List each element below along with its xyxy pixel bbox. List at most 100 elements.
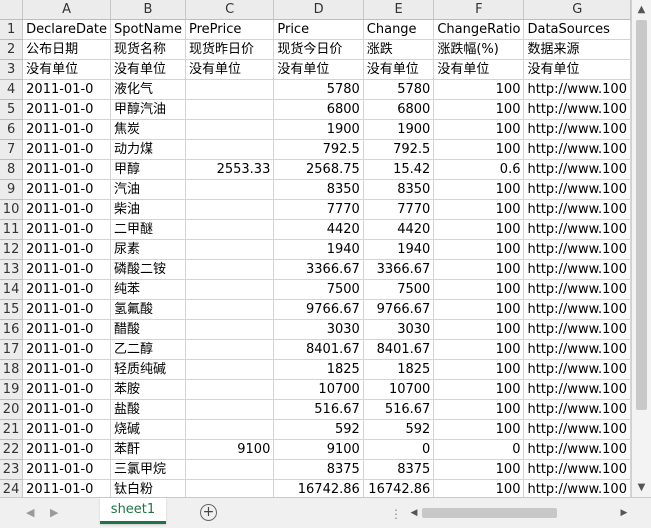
column-header-d[interactable]: D <box>273 0 364 20</box>
triangle-left-icon[interactable]: ◀ <box>408 506 420 520</box>
cell-f15[interactable]: 100 <box>433 299 525 320</box>
row-header[interactable]: 17 <box>0 339 24 360</box>
cell-g17[interactable]: http://www.100 <box>523 339 631 360</box>
column-header-f[interactable]: F <box>433 0 525 20</box>
cell-b10[interactable]: 柴油 <box>110 199 186 220</box>
cell-c20[interactable] <box>185 399 275 420</box>
cell-d14[interactable]: 7500 <box>273 279 364 300</box>
cell-d3[interactable]: 没有单位 <box>273 59 364 80</box>
cell-e3[interactable]: 没有单位 <box>363 59 435 80</box>
cell-c8[interactable]: 2553.33 <box>185 159 275 180</box>
cell-d16[interactable]: 3030 <box>273 319 364 340</box>
cell-g2[interactable]: 数据来源 <box>523 39 631 60</box>
row-header[interactable]: 19 <box>0 379 24 400</box>
cell-d9[interactable]: 8350 <box>273 179 364 200</box>
cell-f13[interactable]: 100 <box>433 259 525 280</box>
cell-f22[interactable]: 0 <box>433 439 525 460</box>
row-header[interactable]: 2 <box>0 39 24 60</box>
cell-a3[interactable]: 没有单位 <box>22 59 112 80</box>
cell-e15[interactable]: 9766.67 <box>363 299 435 320</box>
row-header[interactable]: 10 <box>0 199 24 220</box>
cell-a2[interactable]: 公布日期 <box>22 39 112 60</box>
row-header[interactable]: 9 <box>0 179 24 200</box>
cell-a15[interactable]: 2011-01-0 <box>22 299 112 320</box>
cell-f11[interactable]: 100 <box>433 219 525 240</box>
cell-e23[interactable]: 8375 <box>363 459 435 480</box>
cell-d11[interactable]: 4420 <box>273 219 364 240</box>
cell-g3[interactable]: 没有单位 <box>523 59 631 80</box>
cell-f24[interactable]: 100 <box>433 479 525 497</box>
cell-a8[interactable]: 2011-01-0 <box>22 159 112 180</box>
cell-c11[interactable] <box>185 219 275 240</box>
cell-g4[interactable]: http://www.100 <box>523 79 631 100</box>
cell-b15[interactable]: 氢氟酸 <box>110 299 186 320</box>
cell-a24[interactable]: 2011-01-0 <box>22 479 112 497</box>
cell-g21[interactable]: http://www.100 <box>523 419 631 440</box>
cell-a12[interactable]: 2011-01-0 <box>22 239 112 260</box>
cell-b22[interactable]: 苯酐 <box>110 439 186 460</box>
row-header[interactable]: 14 <box>0 279 24 300</box>
cell-f23[interactable]: 100 <box>433 459 525 480</box>
cell-f17[interactable]: 100 <box>433 339 525 360</box>
cell-a21[interactable]: 2011-01-0 <box>22 419 112 440</box>
cell-a5[interactable]: 2011-01-0 <box>22 99 112 120</box>
cell-c1[interactable]: PrePrice <box>185 19 275 40</box>
cell-a20[interactable]: 2011-01-0 <box>22 399 112 420</box>
split-handle-icon[interactable]: ⋮ <box>390 507 403 521</box>
cell-d10[interactable]: 7770 <box>273 199 364 220</box>
cell-g24[interactable]: http://www.100 <box>523 479 631 497</box>
cell-d19[interactable]: 10700 <box>273 379 364 400</box>
cell-b19[interactable]: 苯胺 <box>110 379 186 400</box>
cell-g15[interactable]: http://www.100 <box>523 299 631 320</box>
cell-e10[interactable]: 7770 <box>363 199 435 220</box>
cell-b4[interactable]: 液化气 <box>110 79 186 100</box>
cell-g18[interactable]: http://www.100 <box>523 359 631 380</box>
triangle-down-icon[interactable]: ▼ <box>635 481 648 494</box>
cell-d7[interactable]: 792.5 <box>273 139 364 160</box>
triangle-up-icon[interactable]: ▲ <box>635 3 648 16</box>
row-header[interactable]: 4 <box>0 79 24 100</box>
cell-a16[interactable]: 2011-01-0 <box>22 319 112 340</box>
cell-b3[interactable]: 没有单位 <box>110 59 186 80</box>
cell-b16[interactable]: 醋酸 <box>110 319 186 340</box>
cell-a11[interactable]: 2011-01-0 <box>22 219 112 240</box>
cell-d24[interactable]: 16742.86 <box>273 479 364 497</box>
cell-f10[interactable]: 100 <box>433 199 525 220</box>
cell-a6[interactable]: 2011-01-0 <box>22 119 112 140</box>
tab-prev-icon[interactable]: ◀ <box>26 506 34 519</box>
cell-d18[interactable]: 1825 <box>273 359 364 380</box>
cell-e18[interactable]: 1825 <box>363 359 435 380</box>
column-header-a[interactable]: A <box>22 0 112 20</box>
select-all-corner[interactable] <box>0 0 24 20</box>
row-header[interactable]: 16 <box>0 319 24 340</box>
cell-g19[interactable]: http://www.100 <box>523 379 631 400</box>
cell-f19[interactable]: 100 <box>433 379 525 400</box>
row-header[interactable]: 7 <box>0 139 24 160</box>
cell-c9[interactable] <box>185 179 275 200</box>
row-header[interactable]: 13 <box>0 259 24 280</box>
cell-f6[interactable]: 100 <box>433 119 525 140</box>
cell-b13[interactable]: 磷酸二铵 <box>110 259 186 280</box>
cell-a7[interactable]: 2011-01-0 <box>22 139 112 160</box>
cell-e6[interactable]: 1900 <box>363 119 435 140</box>
plus-circle-icon[interactable]: + <box>200 504 217 521</box>
cell-e14[interactable]: 7500 <box>363 279 435 300</box>
column-header-e[interactable]: E <box>363 0 435 20</box>
cell-d13[interactable]: 3366.67 <box>273 259 364 280</box>
cell-e8[interactable]: 15.42 <box>363 159 435 180</box>
cell-a4[interactable]: 2011-01-0 <box>22 79 112 100</box>
cell-e21[interactable]: 592 <box>363 419 435 440</box>
cell-e2[interactable]: 涨跌 <box>363 39 435 60</box>
triangle-right-icon[interactable]: ▶ <box>618 506 630 520</box>
cell-e24[interactable]: 16742.86 <box>363 479 435 497</box>
cell-f21[interactable]: 100 <box>433 419 525 440</box>
cell-c19[interactable] <box>185 379 275 400</box>
cell-f14[interactable]: 100 <box>433 279 525 300</box>
tab-next-icon[interactable]: ▶ <box>50 506 58 519</box>
cell-a22[interactable]: 2011-01-0 <box>22 439 112 460</box>
cell-c7[interactable] <box>185 139 275 160</box>
cell-g9[interactable]: http://www.100 <box>523 179 631 200</box>
cell-g7[interactable]: http://www.100 <box>523 139 631 160</box>
cell-e7[interactable]: 792.5 <box>363 139 435 160</box>
cell-a18[interactable]: 2011-01-0 <box>22 359 112 380</box>
